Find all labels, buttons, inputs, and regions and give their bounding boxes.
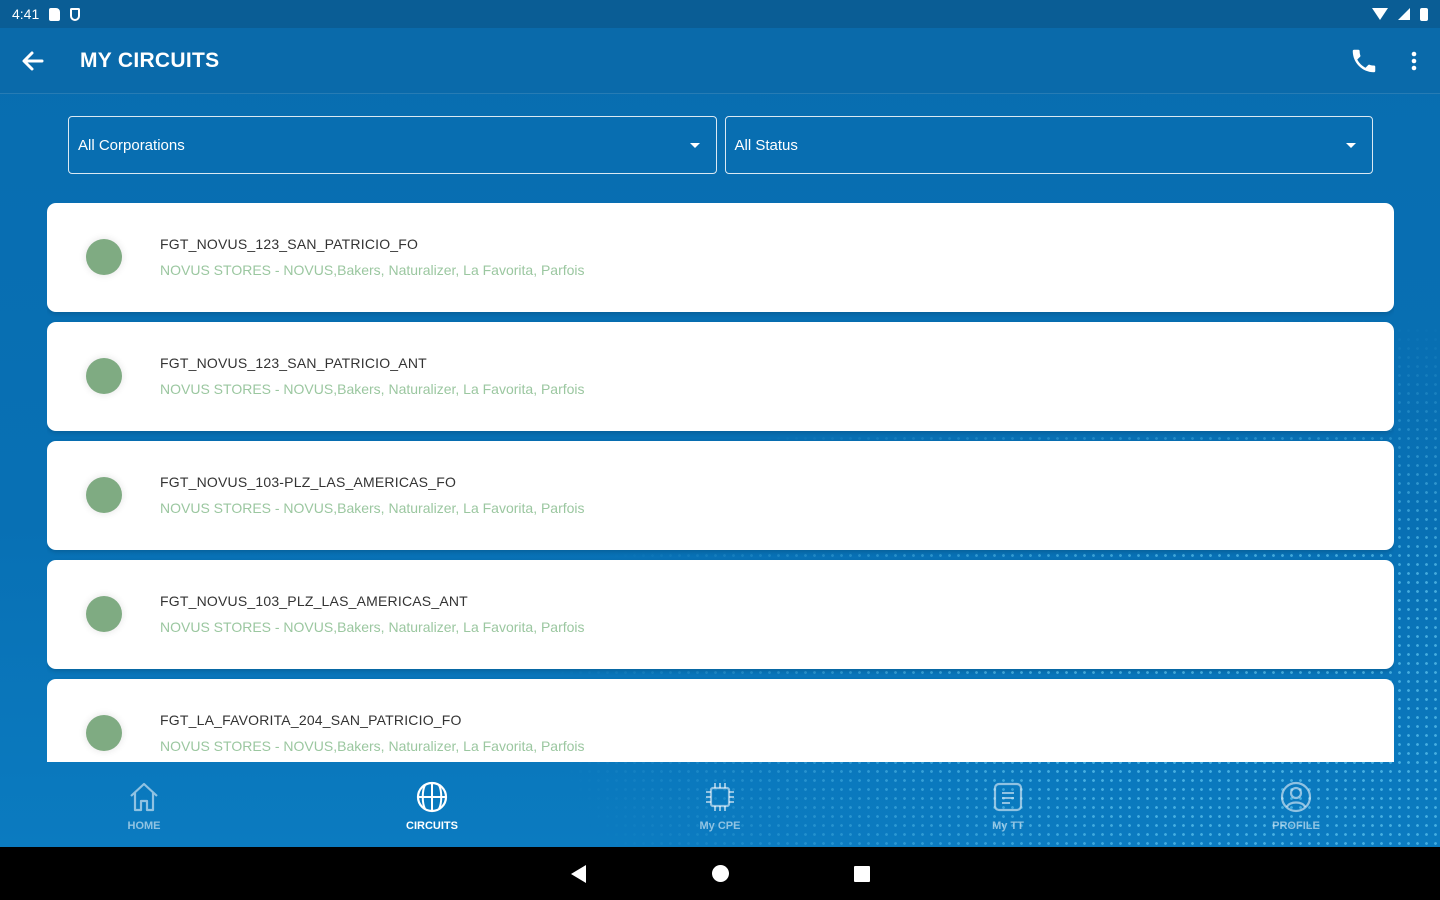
nav-home-label: HOME (127, 819, 161, 832)
app-screen: MY CIRCUITS All Corporations All Status (0, 28, 1440, 847)
chevron-down-icon (689, 142, 700, 148)
circle-home-icon (711, 865, 729, 882)
battery-icon (1420, 7, 1428, 21)
circuit-name: FGT_NOVUS_123_SAN_PATRICIO_ANT (160, 355, 427, 371)
system-navigation-bar (0, 847, 1440, 900)
circuit-card[interactable]: FGT_LA_FAVORITA_204_SAN_PATRICIO_FO NOVU… (47, 679, 1394, 762)
status-dot (86, 358, 122, 394)
nav-circuits[interactable]: CIRCUITS (372, 778, 492, 832)
nav-circuits-label: CIRCUITS (406, 819, 458, 832)
more-vert-icon (1411, 51, 1417, 70)
status-right (1372, 7, 1428, 21)
call-button[interactable] (1346, 43, 1382, 79)
arrow-left-icon (22, 51, 44, 70)
status-left: 4:41 (12, 6, 81, 22)
circuit-card[interactable]: FGT_NOVUS_123_SAN_PATRICIO_ANT NOVUS STO… (47, 322, 1394, 431)
circuit-corporation: NOVUS STORES - NOVUS,Bakers, Naturalizer… (160, 738, 585, 754)
circuit-name: FGT_NOVUS_103-PLZ_LAS_AMERICAS_FO (160, 474, 457, 490)
circuit-card[interactable]: FGT_NOVUS_103_PLZ_LAS_AMERICAS_ANT NOVUS… (47, 560, 1394, 669)
status-dot (86, 239, 122, 275)
wifi-icon (1372, 8, 1388, 20)
toolbar: MY CIRCUITS (0, 28, 1440, 94)
circuit-name: FGT_NOVUS_103_PLZ_LAS_AMERICAS_ANT (160, 593, 468, 609)
nav-my-cpe[interactable]: My CPE (660, 778, 780, 832)
circuit-card[interactable]: FGT_NOVUS_123_SAN_PATRICIO_FO NOVUS STOR… (47, 203, 1394, 312)
system-home-button[interactable] (708, 862, 732, 886)
system-recents-button[interactable] (850, 862, 874, 886)
back-button[interactable] (16, 43, 52, 79)
circuit-corporation: NOVUS STORES - NOVUS,Bakers, Naturalizer… (160, 619, 585, 635)
triangle-back-icon (570, 864, 586, 883)
circuit-corporation: NOVUS STORES - NOVUS,Bakers, Naturalizer… (160, 500, 585, 516)
nav-profile-label: PROFILE (1272, 819, 1320, 832)
nav-profile[interactable]: PROFILE (1236, 778, 1356, 832)
status-dropdown[interactable]: All Status (724, 116, 1373, 174)
sd-card-icon (49, 7, 61, 21)
square-recents-icon (854, 865, 870, 882)
status-dropdown-value: All Status (734, 136, 798, 154)
status-dot (86, 715, 122, 751)
chevron-down-icon (1346, 142, 1356, 148)
ticket-icon (993, 782, 1023, 811)
page-title: MY CIRCUITS (80, 48, 220, 72)
status-bar: 4:41 (0, 0, 1440, 28)
nav-my-tt-label: My TT (992, 819, 1024, 832)
circuit-name: FGT_NOVUS_123_SAN_PATRICIO_FO (160, 236, 419, 252)
circuit-name: FGT_LA_FAVORITA_204_SAN_PATRICIO_FO (160, 712, 462, 728)
circuit-corporation: NOVUS STORES - NOVUS,Bakers, Naturalizer… (160, 262, 585, 278)
globe-icon (416, 781, 448, 812)
bottom-navigation: HOME CIRCUITS My CPE My TT PROFILE (0, 762, 1440, 847)
phone-icon (1352, 49, 1376, 72)
system-back-button[interactable] (566, 862, 590, 886)
shield-icon (70, 7, 81, 21)
corporation-dropdown[interactable]: All Corporations (68, 116, 717, 174)
corporation-dropdown-value: All Corporations (78, 136, 185, 154)
nav-my-tt[interactable]: My TT (948, 778, 1068, 832)
circuit-card[interactable]: FGT_NOVUS_103-PLZ_LAS_AMERICAS_FO NOVUS … (47, 441, 1394, 550)
nav-home[interactable]: HOME (84, 778, 204, 832)
chip-icon (706, 782, 734, 811)
home-icon (130, 782, 158, 811)
more-options-button[interactable] (1402, 43, 1426, 79)
status-time: 4:41 (12, 6, 40, 22)
circuit-corporation: NOVUS STORES - NOVUS,Bakers, Naturalizer… (160, 381, 585, 397)
status-dot (86, 477, 122, 513)
status-dot (86, 596, 122, 632)
nav-my-cpe-label: My CPE (699, 819, 741, 832)
circuit-list[interactable]: FGT_NOVUS_123_SAN_PATRICIO_FO NOVUS STOR… (47, 203, 1394, 762)
filters: All Corporations All Status (68, 116, 1373, 174)
signal-icon (1398, 8, 1410, 20)
profile-icon (1280, 781, 1312, 812)
